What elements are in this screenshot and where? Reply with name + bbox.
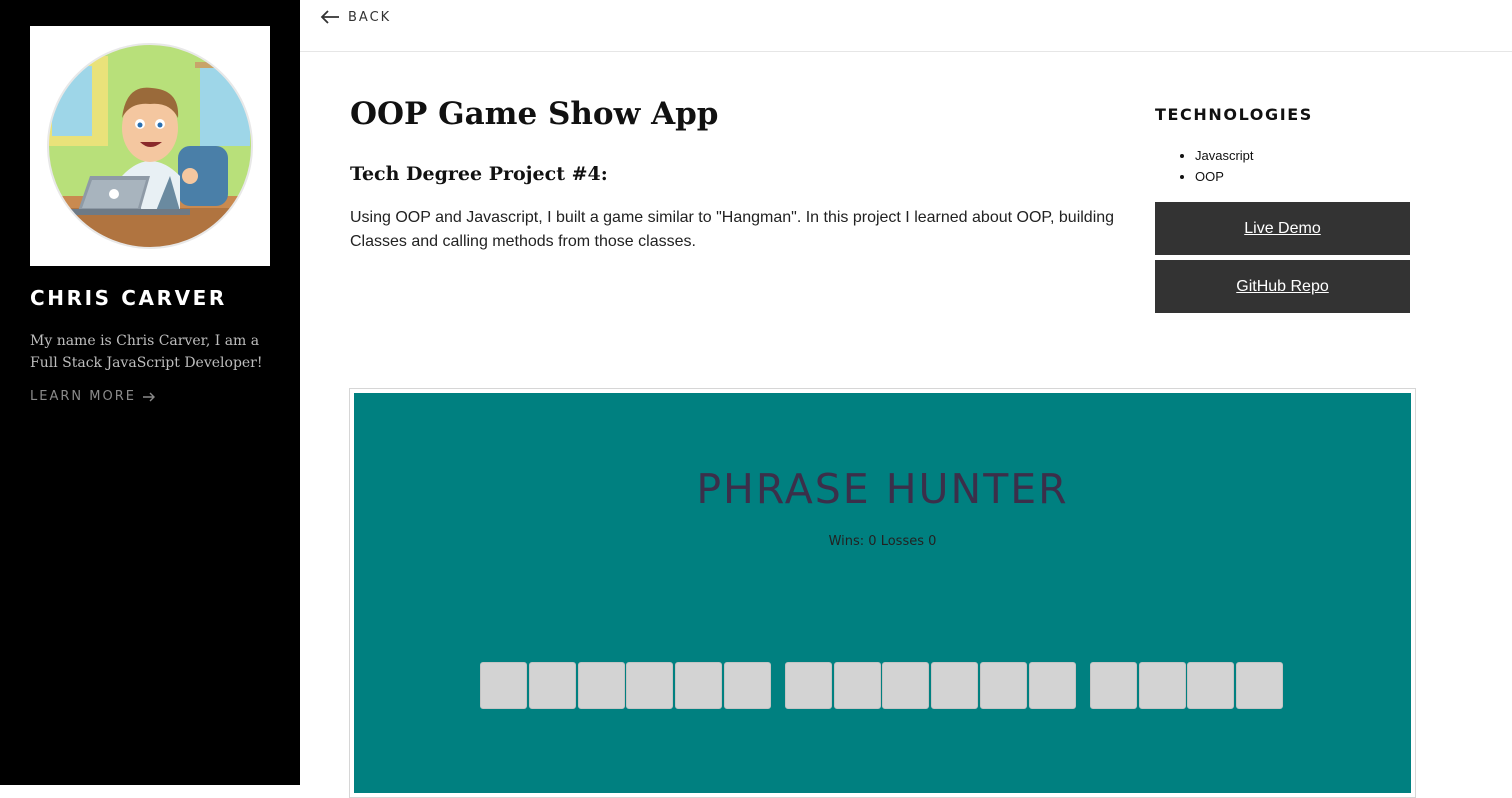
technology-item: OOP (1195, 166, 1254, 187)
avatar-illustration (47, 43, 253, 249)
game-preview[interactable]: PHRASE HUNTER Wins: 0 Losses 0 (354, 393, 1411, 793)
bio-text: My name is Chris Carver, I am a Full Sta… (30, 333, 263, 371)
letter-tile (724, 662, 771, 709)
letter-tile (882, 662, 929, 709)
letter-tile (675, 662, 722, 709)
learn-more-link[interactable]: LEARN MORE (30, 389, 156, 404)
technologies-heading: TECHNOLOGIES (1155, 105, 1313, 124)
learn-more-label: LEARN MORE (30, 389, 136, 404)
project-subtitle: Tech Degree Project #4: (350, 163, 608, 185)
letter-tile (578, 662, 625, 709)
letter-tile (1029, 662, 1076, 709)
back-link[interactable]: BACK (320, 8, 391, 26)
letter-tile (931, 662, 978, 709)
back-label: BACK (348, 9, 392, 25)
site-name: CHRIS CARVER (30, 286, 227, 310)
letter-tile (529, 662, 576, 709)
project-description: Using OOP and Javascript, I built a game… (350, 209, 1115, 250)
letter-tile (1139, 662, 1186, 709)
arrow-right-icon (142, 392, 155, 401)
letter-tile (785, 662, 832, 709)
letter-tile (626, 662, 673, 709)
game-score: Wins: 0 Losses 0 (828, 534, 937, 549)
github-repo-button[interactable]: GitHub Repo (1155, 260, 1410, 313)
technology-item: Javascript (1195, 145, 1254, 166)
letter-tile (1187, 662, 1234, 709)
technologies-list: Javascript OOP (1155, 145, 1254, 187)
project-title: OOP Game Show App (350, 96, 719, 132)
sidebar: CHRIS CARVER My name is Chris Carver, I … (0, 0, 300, 785)
top-bar: BACK (300, 0, 1512, 52)
avatar (30, 26, 270, 266)
letter-tile (980, 662, 1027, 709)
game-title: PHRASE HUNTER (696, 465, 1069, 513)
letter-tile (1090, 662, 1137, 709)
arrow-left-icon (320, 10, 339, 24)
letter-tile (1236, 662, 1283, 709)
letter-tile (480, 662, 527, 709)
live-demo-button[interactable]: Live Demo (1155, 202, 1410, 255)
letter-tile (834, 662, 881, 709)
